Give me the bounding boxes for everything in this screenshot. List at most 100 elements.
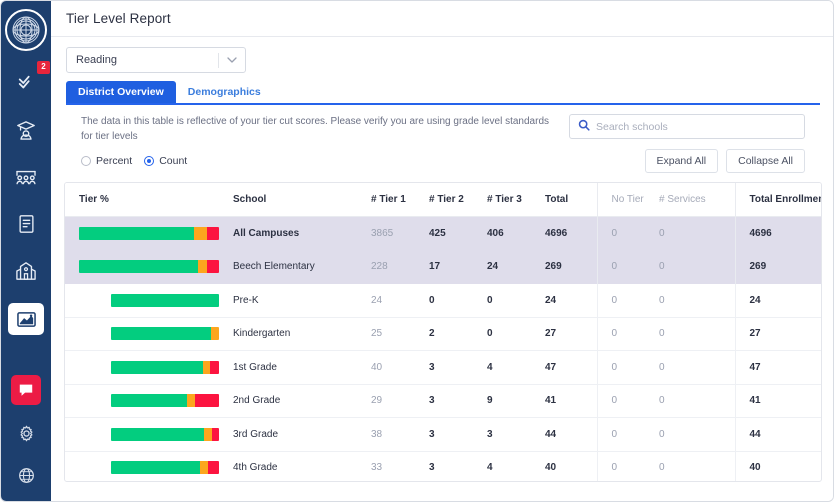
col-school[interactable]: School xyxy=(233,183,371,217)
cell-tier2: 3 xyxy=(429,417,487,452)
cell-school: Beech Elementary xyxy=(233,250,371,284)
table-row[interactable]: 1st Grade 40 3 4 47 0 0 47 xyxy=(65,350,821,385)
graduation-cap-icon xyxy=(17,121,35,140)
col-total[interactable]: Total xyxy=(545,183,597,217)
cell-total-enrollment: 44 xyxy=(734,417,821,452)
tier-distribution-cell xyxy=(65,417,233,452)
tab-demographics[interactable]: Demographics xyxy=(176,81,273,103)
people-group-icon xyxy=(16,170,36,185)
col-total-enrollment[interactable]: Total Enrollment xyxy=(734,183,821,217)
cell-total-enrollment: 40 xyxy=(734,451,821,481)
cell-tier3: 406 xyxy=(487,216,545,250)
cell-total-enrollment: 4696 xyxy=(734,216,821,250)
tier-bar-holder xyxy=(65,260,233,274)
cell-tier1: 29 xyxy=(371,384,429,418)
tier-bar-segment-2 xyxy=(197,260,207,274)
cell-tier1: 25 xyxy=(371,317,429,351)
expand-all-button[interactable]: Expand All xyxy=(644,149,719,173)
tab-district-overview-label: District Overview xyxy=(78,85,164,98)
page-title: Tier Level Report xyxy=(66,11,171,26)
sidebar-item-schools[interactable] xyxy=(9,256,43,286)
tab-district-overview[interactable]: District Overview xyxy=(66,81,176,103)
table-head: Tier % School # Tier 1 # Tier 2 # Tier 3… xyxy=(65,183,821,217)
sidebar-item-settings[interactable] xyxy=(12,419,40,447)
cell-total: 40 xyxy=(545,451,597,481)
cell-tier2: 3 xyxy=(429,451,487,481)
table-row[interactable]: Pre-K 24 0 0 24 0 0 24 xyxy=(65,283,821,318)
table-row[interactable]: Kindergarten 25 2 0 27 0 0 27 xyxy=(65,317,821,351)
subject-select[interactable]: Reading xyxy=(66,47,246,73)
cell-total-enrollment: 24 xyxy=(734,283,821,318)
sidebar-item-groups[interactable] xyxy=(9,162,43,192)
sidebar-item-messages[interactable] xyxy=(11,375,41,405)
sidebar-item-students[interactable] xyxy=(9,115,43,145)
table-row[interactable]: 3rd Grade 38 3 3 44 0 0 44 xyxy=(65,417,821,452)
tier-bar-segment-1 xyxy=(111,327,211,341)
sidebar-item-reports[interactable] xyxy=(8,303,44,335)
cell-tier3: 4 xyxy=(487,451,545,481)
table-row[interactable]: 4th Grade 33 3 4 40 0 0 40 xyxy=(65,451,821,481)
col-tier3[interactable]: # Tier 3 xyxy=(487,183,545,217)
select-divider xyxy=(218,53,219,68)
cell-total: 24 xyxy=(545,283,597,318)
col-tier1[interactable]: # Tier 1 xyxy=(371,183,429,217)
col-tier-pct[interactable]: Tier % xyxy=(65,183,233,217)
table-row[interactable]: All Campuses 3865 425 406 4696 0 0 4696 xyxy=(65,216,821,250)
table-row[interactable]: Beech Elementary 228 17 24 269 0 0 269 xyxy=(65,250,821,284)
cell-tier1: 3865 xyxy=(371,216,429,250)
tier-bar-segment-2 xyxy=(200,461,209,475)
tier-distribution-cell xyxy=(65,317,233,351)
cell-services: 0 xyxy=(659,417,735,452)
tier-distribution-cell xyxy=(65,350,233,385)
cell-total: 269 xyxy=(545,250,597,284)
tier-bar-segment-3 xyxy=(208,461,219,475)
radio-count-dot xyxy=(144,156,155,166)
subject-select-value: Reading xyxy=(76,54,117,66)
cell-total-enrollment: 269 xyxy=(734,250,821,284)
check-list-icon xyxy=(18,75,30,89)
tier-bar-segment-1 xyxy=(111,293,219,307)
cell-total-enrollment: 41 xyxy=(734,384,821,418)
tier-bar xyxy=(79,260,219,274)
cell-school: Pre-K xyxy=(233,283,371,318)
table-row[interactable]: 2nd Grade 29 3 9 41 0 0 41 xyxy=(65,384,821,418)
sidebar-item-help[interactable] xyxy=(12,461,40,489)
radio-percent[interactable]: Percent xyxy=(81,155,132,167)
cell-total-enrollment: 47 xyxy=(734,350,821,385)
col-tier2[interactable]: # Tier 2 xyxy=(429,183,487,217)
search-input[interactable] xyxy=(596,120,796,133)
tier-bar xyxy=(111,327,219,341)
gear-icon xyxy=(19,425,33,441)
search-schools-box[interactable] xyxy=(569,114,805,139)
tier-bar xyxy=(111,461,219,475)
radio-percent-label: Percent xyxy=(96,155,133,167)
cell-total: 47 xyxy=(545,350,597,385)
cell-no-tier: 0 xyxy=(596,417,659,452)
app-logo[interactable] xyxy=(5,9,47,51)
info-text: The data in this table is reflective of … xyxy=(81,116,550,142)
school-building-icon xyxy=(16,262,36,280)
cell-total-enrollment: 27 xyxy=(734,317,821,351)
col-no-tier[interactable]: No Tier xyxy=(596,183,659,217)
tier-distribution-cell xyxy=(65,216,233,250)
cell-no-tier: 0 xyxy=(596,451,659,481)
collapse-all-button[interactable]: Collapse All xyxy=(726,149,805,173)
cell-services: 0 xyxy=(659,384,735,418)
tier-bar-segment-3 xyxy=(209,360,219,374)
display-mode-radios: Percent Count xyxy=(81,155,187,167)
cell-no-tier: 0 xyxy=(596,350,659,385)
tier-bar-segment-1 xyxy=(79,260,198,274)
sidebar-item-library[interactable] xyxy=(9,209,43,239)
col-services[interactable]: # Services xyxy=(659,183,735,217)
tier-bar-holder xyxy=(65,293,233,307)
cell-tier2: 2 xyxy=(429,317,487,351)
globe-help-icon xyxy=(18,467,34,483)
controls-area: Reading District Overview Demographics T… xyxy=(51,37,833,173)
tier-table: Tier % School # Tier 1 # Tier 2 # Tier 3… xyxy=(65,183,821,481)
sidebar-item-tasks[interactable]: 2 xyxy=(9,61,50,98)
cell-school: 1st Grade xyxy=(233,350,371,385)
radio-count[interactable]: Count xyxy=(144,155,187,167)
cell-total: 27 xyxy=(545,317,597,351)
cell-services: 0 xyxy=(659,317,735,351)
cell-no-tier: 0 xyxy=(596,216,659,250)
